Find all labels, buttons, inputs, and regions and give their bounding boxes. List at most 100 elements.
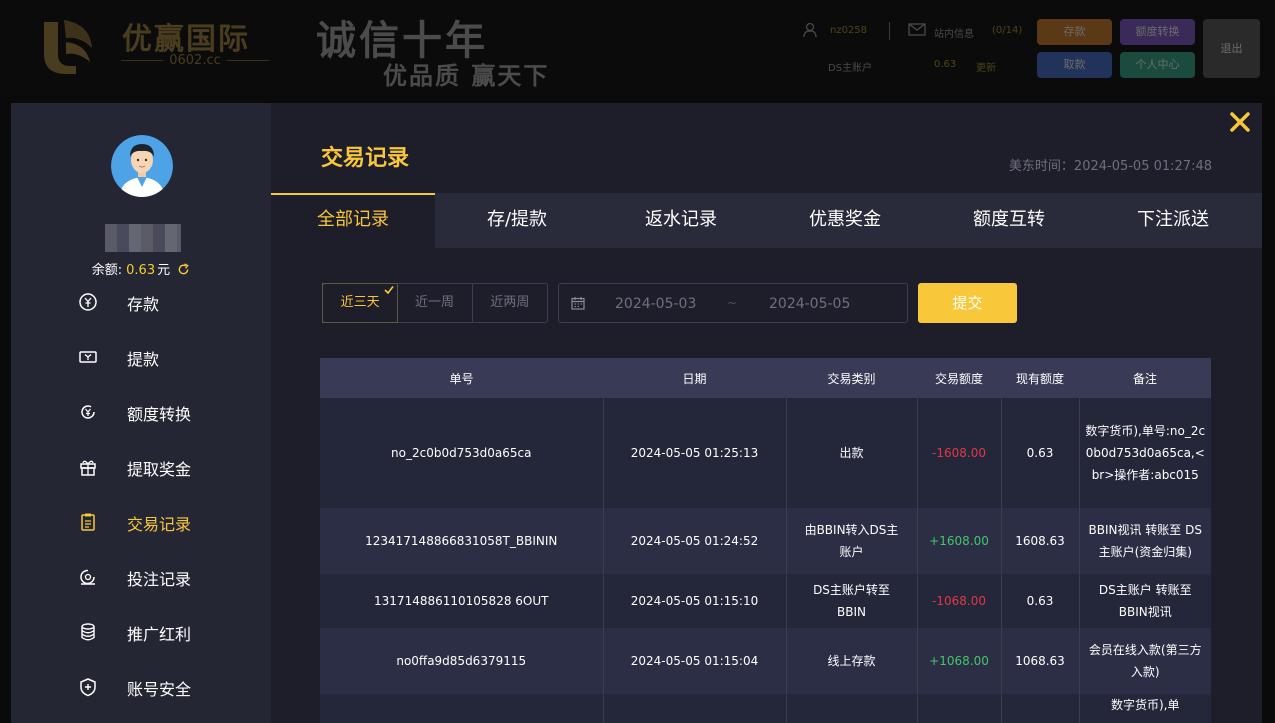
cell-note: 数字货币),单号:no_2c0b0d753d0a65ca,<br>操作者:abc… [1078,398,1211,508]
withdraw-icon [79,351,97,363]
cell-balance [1000,694,1079,723]
header-user-center-button[interactable]: 个人中心 [1120,52,1195,78]
tab-deposit-withdraw[interactable]: 存/提款 [435,193,599,248]
table-header-row: 单号 日期 交易类别 交易额度 现有额度 备注 [320,358,1211,398]
column-header: 交易额度 [917,358,1001,398]
cell-date: 2024-05-05 01:25:13 [602,398,786,508]
header-deposit-button[interactable]: 存款 [1037,19,1112,45]
tab-credit-transfer[interactable]: 额度互转 [927,193,1091,248]
mail-icon [908,23,926,36]
site-header: 优赢国际 0602.cc 诚信十年 优品质 赢天下 nz0258 站内信息 (0… [0,0,1275,95]
coins-icon [81,623,95,641]
cell-type: 由BBIN转入DS主账户 [785,508,917,574]
cell-amount: -1068.00 [916,574,1001,628]
filter-label: 近三天 [340,295,380,310]
blurred-username [105,224,181,252]
account-balance: 0.63 [934,59,957,70]
date-to[interactable]: 2024-05-05 [769,296,850,312]
messages-link[interactable]: 站内信息 [934,25,974,40]
table-row: 数字货币),单 [320,694,1211,723]
header-withdraw-button[interactable]: 取款 [1037,52,1112,78]
sidebar-item-label: 推广红利 [127,625,192,644]
sidebar-item-label: 提取奖金 [127,460,192,479]
balance-value: 0.63 [126,263,156,278]
filter-last-3-days[interactable]: 近三天 [322,283,399,323]
main-content: 交易记录 美东时间：2024-05-05 01:27:48 全部记录 存/提款 … [271,103,1262,723]
logo-url: 0602.cc [110,53,280,68]
balance-label: 余额: [91,263,123,278]
sidebar-item-label: 账号安全 [127,680,192,699]
messages-count: (0/14) [992,25,1023,36]
sidebar-item-transaction-records[interactable]: 交易记录 [11,505,271,539]
sidebar-item-withdraw[interactable]: 提款 [11,340,271,374]
gift-icon [80,460,96,476]
header-username[interactable]: nz0258 [830,25,867,36]
sidebar-item-promotion-bonus[interactable]: 推广红利 [11,615,271,649]
tab-promo-bonus[interactable]: 优惠奖金 [763,193,927,248]
balance-unit: 元 [157,263,171,278]
sidebar-item-account-security[interactable]: 账号安全 [11,670,271,704]
cell-order-id [320,694,603,723]
sidebar-item-deposit[interactable]: 存款 [11,285,271,319]
cell-balance: 0.63 [1000,574,1079,628]
column-header: 备注 [1079,358,1211,398]
shield-icon [80,678,96,697]
cell-note: DS主账户 转账至 BBIN视讯 [1078,574,1211,628]
user-icon [803,22,817,38]
sidebar-item-claim-bonus[interactable]: 提取奖金 [11,450,271,484]
cell-type: DS主账户转至BBIN [785,574,917,628]
cell-balance: 1608.63 [1000,508,1079,574]
submit-button[interactable]: 提交 [918,283,1017,323]
column-header: 单号 [320,358,603,398]
cell-order-id: 131714886110105828 6OUT [320,574,603,628]
cell-date [602,694,786,723]
cell-amount [916,694,1001,723]
table-row: 131714886110105828 6OUT 2024-05-05 01:15… [320,574,1211,628]
phoenix-logo-icon [44,20,92,74]
bet-record-icon [80,569,95,585]
check-icon [384,286,394,295]
header-transfer-button[interactable]: 额度转换 [1120,19,1195,45]
account-sidebar: 余额: 0.63 元 存款 提款 额度转换 提取奖金 交易记录 投注记录 推广红… [11,103,271,723]
transfer-icon [81,405,95,419]
logout-button[interactable]: 退出 [1203,19,1260,78]
sidebar-item-transfer[interactable]: 额度转换 [11,395,271,429]
tab-all-records[interactable]: 全部记录 [271,193,435,248]
cell-order-id: no_2c0b0d753d0a65ca [320,398,603,508]
sidebar-item-label: 额度转换 [127,405,192,424]
cell-amount: +1608.00 [916,508,1001,574]
period-filter: 近三天 近一周 近两周 [322,283,548,323]
sidebar-item-label: 提款 [127,350,160,369]
cell-note: 数字货币),单 [1078,694,1211,723]
tab-rebate-records[interactable]: 返水记录 [599,193,763,248]
cell-type: 线上存款 [785,628,917,694]
tab-bet-rewards[interactable]: 下注派送 [1091,193,1255,248]
table-row: no0ffa9d85d6379115 2024-05-05 01:15:04 线… [320,628,1211,694]
page-title: 交易记录 [321,146,410,171]
sidebar-item-label: 投注记录 [127,570,192,589]
cell-note: BBIN视讯 转账至 DS主账户(资金归集) [1078,508,1211,574]
column-header: 日期 [603,358,786,398]
filter-last-week[interactable]: 近一周 [397,284,473,322]
cell-order-id: no0ffa9d85d6379115 [320,628,603,694]
refresh-link[interactable]: 更新 [976,59,996,74]
record-tabs: 全部记录 存/提款 返水记录 优惠奖金 额度互转 下注派送 [271,193,1262,248]
cell-date: 2024-05-05 01:15:10 [602,574,786,628]
cell-amount: +1068.00 [916,628,1001,694]
clipboard-icon [81,513,95,531]
refresh-icon[interactable] [177,263,190,276]
balance-display: 余额: 0.63 元 [11,259,271,278]
date-from[interactable]: 2024-05-03 [615,296,696,312]
date-range-picker[interactable]: 2024-05-03 ~ 2024-05-05 [558,283,908,323]
avatar [111,135,173,197]
sidebar-item-label: 存款 [127,295,160,314]
sidebar-item-bet-records[interactable]: 投注记录 [11,560,271,594]
cell-order-id: 123417148866831058T_BBININ [320,508,603,574]
cell-date: 2024-05-05 01:24:52 [602,508,786,574]
cell-type: 出款 [785,398,917,508]
table-row: no_2c0b0d753d0a65ca 2024-05-05 01:25:13 … [320,398,1211,508]
calendar-icon [571,297,585,310]
date-separator: ~ [727,296,738,310]
filter-last-two-weeks[interactable]: 近两周 [473,284,547,322]
transaction-records-modal: 余额: 0.63 元 存款 提款 额度转换 提取奖金 交易记录 投注记录 推广红… [11,103,1262,723]
